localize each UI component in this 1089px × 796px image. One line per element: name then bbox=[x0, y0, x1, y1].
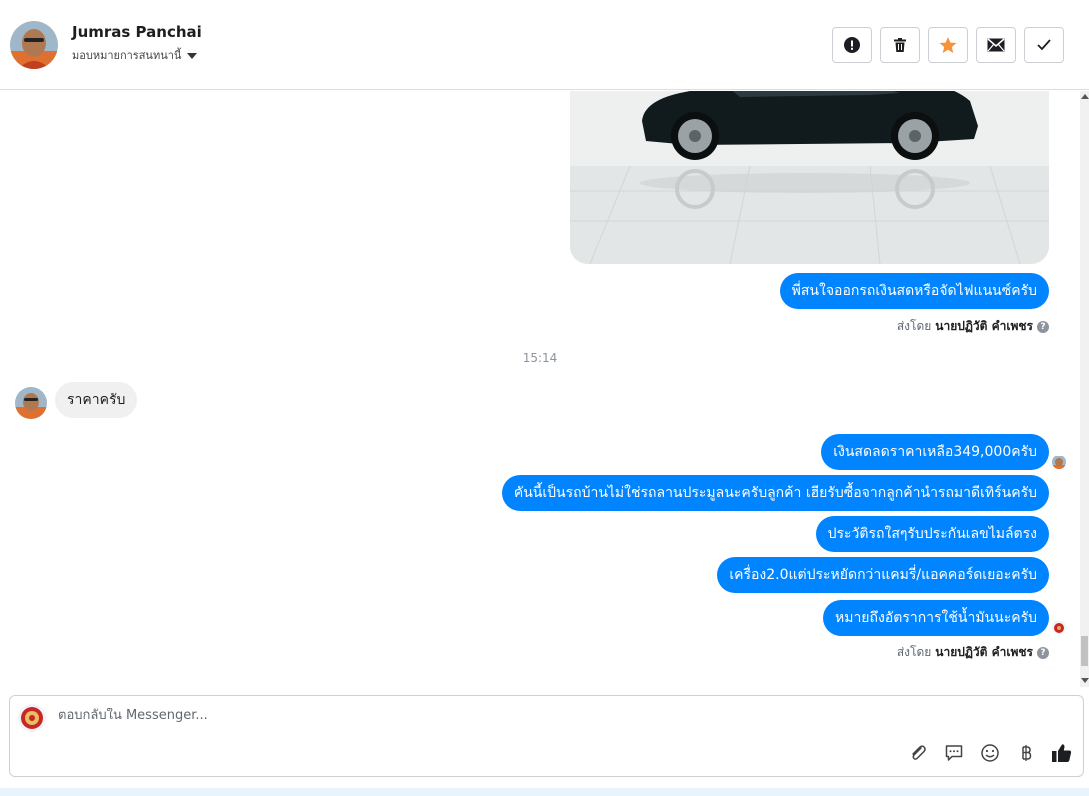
check-icon bbox=[1037, 39, 1051, 51]
page-avatar bbox=[1052, 620, 1066, 634]
emoji-button[interactable] bbox=[979, 742, 1001, 764]
bottom-border bbox=[0, 788, 1089, 796]
thumbs-up-icon bbox=[1052, 744, 1072, 762]
payment-button[interactable] bbox=[1015, 742, 1037, 764]
conversation-actions bbox=[832, 27, 1064, 63]
reply-input[interactable] bbox=[58, 708, 758, 723]
outgoing-message[interactable]: พี่สนใจออกรถเงินสดหรือจัดไฟแนนซ์ครับ bbox=[779, 273, 1049, 309]
outgoing-message[interactable]: เครื่อง2.0แต่ประหยัดกว่าแคมรี่/แอคคอร์ดเ… bbox=[717, 557, 1049, 593]
contact-avatar[interactable] bbox=[10, 21, 58, 69]
message-timestamp: 15:14 bbox=[522, 351, 558, 365]
car-photo-attachment[interactable] bbox=[570, 91, 1049, 264]
like-button[interactable] bbox=[1051, 742, 1073, 764]
outgoing-message[interactable]: คันนี้เป็นรถบ้านไม่ใช่รถลานประมูลนะครับล… bbox=[501, 475, 1049, 511]
thread-scrollbar[interactable] bbox=[1080, 91, 1089, 687]
outgoing-message[interactable]: เงินสดลดราคาเหลือ349,000ครับ bbox=[821, 434, 1049, 470]
scroll-thumb[interactable] bbox=[1081, 636, 1088, 666]
assign-label: มอบหมายการสนทนานี้ bbox=[72, 49, 182, 62]
outgoing-message[interactable]: ประวัติรถใสๆรับประกันเลขไมล์ตรง bbox=[815, 516, 1049, 552]
star-button[interactable] bbox=[928, 27, 968, 63]
incoming-message[interactable]: ราคาครับ bbox=[55, 382, 138, 418]
attach-file-button[interactable] bbox=[907, 742, 929, 764]
conversation-header: Jumras Panchai มอบหมายการสนทนานี้ bbox=[0, 0, 1089, 90]
exclamation-icon bbox=[844, 37, 860, 53]
saved-replies-button[interactable] bbox=[943, 742, 965, 764]
contact-avatar-small[interactable] bbox=[15, 387, 47, 419]
baht-icon bbox=[1022, 745, 1032, 761]
help-icon[interactable]: ? bbox=[1037, 320, 1049, 333]
smiley-icon bbox=[981, 744, 999, 762]
sent-by-label: ส่งโดย นายปฏิวัติ คำเพชร ? bbox=[897, 643, 1049, 662]
mark-done-button[interactable] bbox=[1024, 27, 1064, 63]
scroll-down-arrow-icon[interactable] bbox=[1081, 678, 1089, 683]
help-icon[interactable]: ? bbox=[1037, 646, 1049, 659]
delete-button[interactable] bbox=[880, 27, 920, 63]
reply-composer bbox=[9, 695, 1084, 777]
paperclip-icon bbox=[912, 745, 926, 760]
composer-tools bbox=[907, 742, 1073, 764]
envelope-icon bbox=[987, 38, 1005, 52]
sender-name[interactable]: นายปฏิวัติ คำเพชร bbox=[935, 643, 1033, 662]
outgoing-message[interactable]: หมายถึงอัตราการใช้น้ำมันนะครับ bbox=[822, 600, 1049, 636]
speech-bubble-icon bbox=[945, 745, 963, 761]
caret-down-icon bbox=[187, 53, 198, 59]
contact-name[interactable]: Jumras Panchai bbox=[72, 23, 202, 41]
mark-unread-button[interactable] bbox=[976, 27, 1016, 63]
message-thread[interactable]: พี่สนใจออกรถเงินสดหรือจัดไฟแนนซ์ครับ ส่ง… bbox=[0, 91, 1080, 687]
sent-by-label: ส่งโดย นายปฏิวัติ คำเพชร ? bbox=[897, 317, 1049, 336]
sender-name[interactable]: นายปฏิวัติ คำเพชร bbox=[935, 317, 1033, 336]
star-icon bbox=[939, 37, 957, 53]
page-avatar bbox=[18, 704, 46, 732]
assign-conversation-dropdown[interactable]: มอบหมายการสนทนานี้ bbox=[72, 46, 198, 64]
mark-spam-button[interactable] bbox=[832, 27, 872, 63]
seen-avatar bbox=[1052, 455, 1066, 469]
scroll-up-arrow-icon[interactable] bbox=[1081, 94, 1089, 99]
trash-icon bbox=[894, 38, 906, 52]
